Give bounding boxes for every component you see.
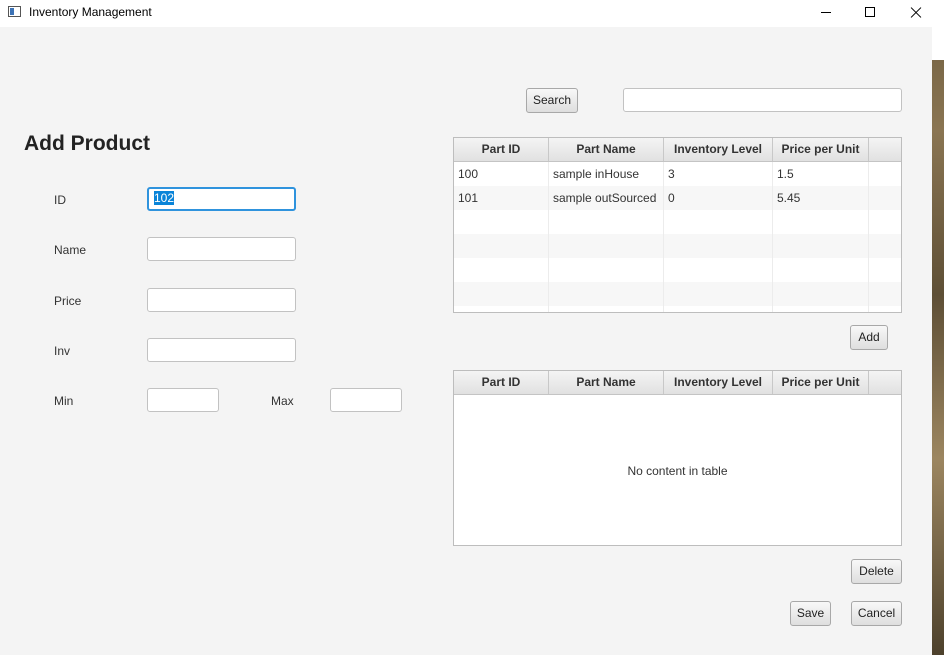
column-header-price-per-unit[interactable]: Price per Unit	[773, 138, 869, 161]
search-button[interactable]: Search	[526, 88, 578, 113]
column-header-price-per-unit[interactable]: Price per Unit	[773, 371, 869, 394]
name-field[interactable]	[147, 237, 296, 261]
column-header-inventory-level[interactable]: Inventory Level	[664, 138, 773, 161]
empty-table-message: No content in table	[627, 464, 728, 478]
column-header-part-name[interactable]: Part Name	[549, 371, 664, 394]
maximize-icon[interactable]	[847, 0, 893, 27]
inv-field[interactable]	[147, 338, 296, 362]
column-header-part-name[interactable]: Part Name	[549, 138, 664, 161]
column-header-part-id[interactable]: Part ID	[454, 138, 549, 161]
cell-price: 1.5	[773, 162, 869, 186]
column-header-inventory-level[interactable]: Inventory Level	[664, 371, 773, 394]
table-row[interactable]: 100 sample inHouse 3 1.5	[454, 162, 901, 186]
empty-row	[454, 306, 901, 312]
app-icon	[8, 6, 21, 17]
cell-part-name: sample outSourced	[549, 186, 664, 210]
id-label: ID	[54, 193, 66, 207]
min-label: Min	[54, 394, 74, 408]
min-field[interactable]	[147, 388, 219, 412]
title-bar: Inventory Management	[0, 0, 932, 27]
window-title: Inventory Management	[29, 5, 152, 19]
column-header-part-id[interactable]: Part ID	[454, 371, 549, 394]
search-input[interactable]	[623, 88, 902, 112]
cancel-button[interactable]: Cancel	[851, 601, 902, 626]
price-field[interactable]	[147, 288, 296, 312]
empty-row	[454, 282, 901, 306]
table-row[interactable]: 101 sample outSourced 0 5.45	[454, 186, 901, 210]
product-parts-table-header: Part ID Part Name Inventory Level Price …	[454, 371, 901, 395]
cell-price: 5.45	[773, 186, 869, 210]
desktop-background-top	[932, 0, 944, 60]
empty-row	[454, 210, 901, 234]
desktop-background	[932, 0, 944, 655]
id-value: 102	[154, 191, 175, 205]
product-parts-table[interactable]: Part ID Part Name Inventory Level Price …	[453, 370, 902, 546]
cell-inventory-level: 3	[664, 162, 773, 186]
cell-inventory-level: 0	[664, 186, 773, 210]
minimize-icon[interactable]	[803, 0, 849, 27]
cell-part-id: 100	[454, 162, 549, 186]
cell-part-name: sample inHouse	[549, 162, 664, 186]
parts-table[interactable]: Part ID Part Name Inventory Level Price …	[453, 137, 902, 313]
id-field[interactable]: 102	[147, 187, 296, 211]
price-label: Price	[54, 294, 82, 308]
delete-button[interactable]: Delete	[851, 559, 902, 584]
save-button[interactable]: Save	[790, 601, 831, 626]
empty-row	[454, 258, 901, 282]
page-title: Add Product	[24, 132, 150, 155]
max-label: Max	[271, 394, 294, 408]
max-field[interactable]	[330, 388, 402, 412]
add-button[interactable]: Add	[850, 325, 888, 350]
name-label: Name	[54, 243, 87, 257]
empty-row	[454, 234, 901, 258]
cell-part-id: 101	[454, 186, 549, 210]
inv-label: Inv	[54, 344, 71, 358]
parts-table-header: Part ID Part Name Inventory Level Price …	[454, 138, 901, 162]
